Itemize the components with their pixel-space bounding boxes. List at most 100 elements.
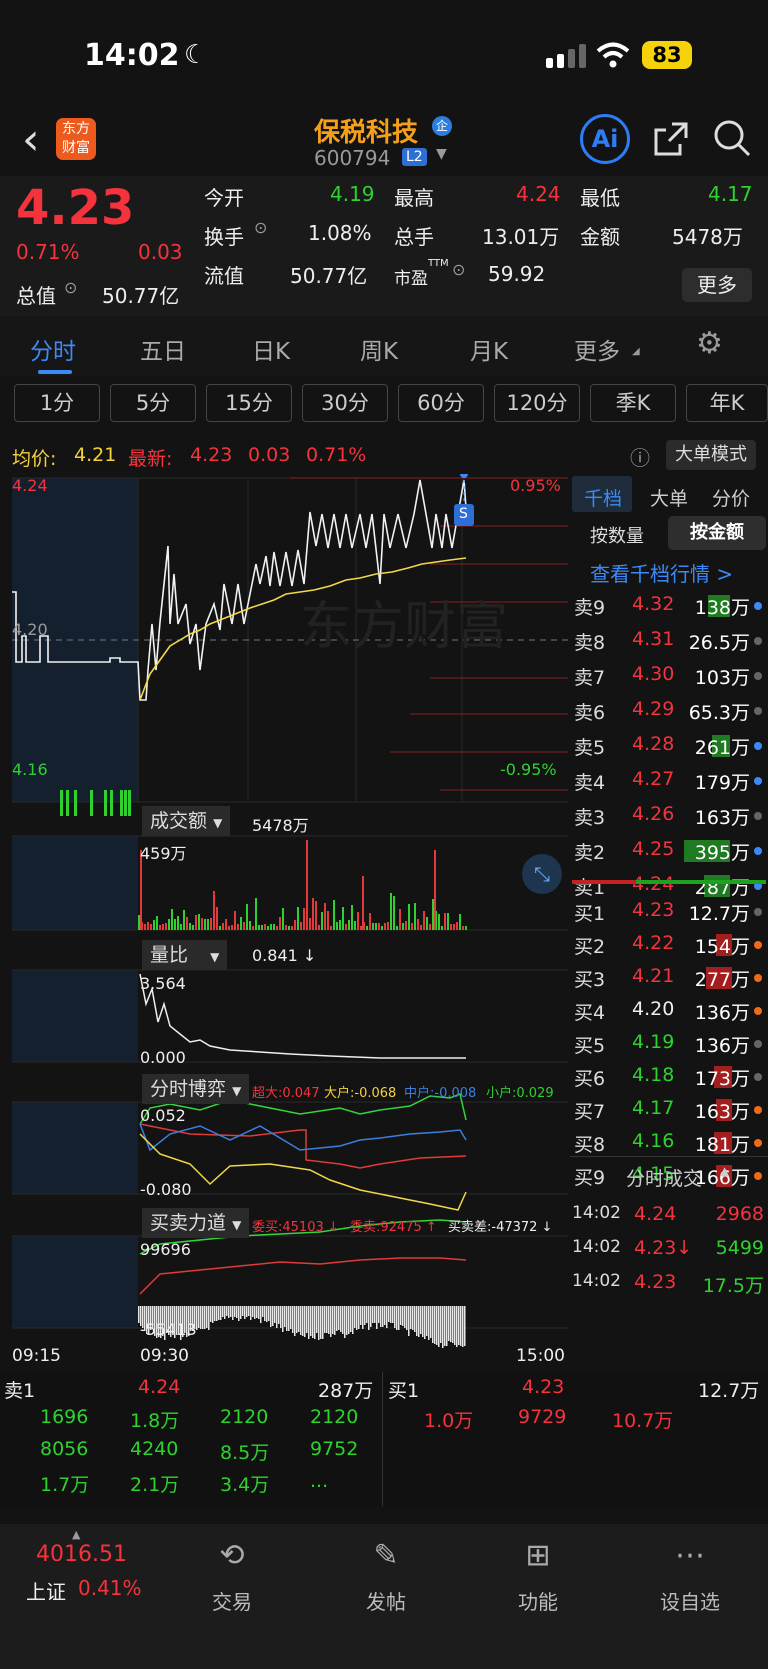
sell-level-row[interactable]: 卖4 4.27 179万	[570, 763, 768, 797]
period-15min[interactable]: 15分	[206, 384, 292, 422]
back-icon[interactable]: ‹	[22, 118, 40, 162]
period-60min[interactable]: 60分	[398, 384, 484, 422]
game-min: -0.080	[140, 1180, 192, 1199]
level-price: 4.25	[632, 838, 675, 860]
caret-up-icon[interactable]: ▲	[72, 1528, 80, 1541]
intraday-chart[interactable]: 东方财富 4.24 4.20 4.16 0.95% -0.95% S 成交额 ▼…	[0, 474, 570, 1370]
game-indicator-select[interactable]: 分时博弈 ▼	[142, 1074, 250, 1104]
buy-level-row[interactable]: 买8 4.16 181万	[570, 1125, 768, 1159]
force-diff-bar	[312, 1306, 314, 1338]
buy-level-row[interactable]: 买3 4.21 277万	[570, 960, 768, 994]
tab-weekly-k[interactable]: 周K	[360, 332, 398, 366]
force-diff-bar	[388, 1306, 390, 1322]
sell-level-row[interactable]: 卖2 4.25 395万	[570, 833, 768, 867]
sell-level-row[interactable]: 卖5 4.28 261万	[570, 728, 768, 762]
tab-intraday[interactable]: 分时	[30, 332, 76, 366]
buy-level-row[interactable]: 买5 4.19 136万	[570, 1026, 768, 1060]
share-icon[interactable]	[652, 120, 690, 158]
period-year-k[interactable]: 年K	[686, 384, 768, 422]
help-icon[interactable]: ⓘ	[630, 442, 650, 471]
tab-5day[interactable]: 五日	[140, 332, 186, 366]
ai-button[interactable]: Ai	[580, 114, 630, 164]
force-diff-bar	[272, 1306, 274, 1326]
buy-level-row[interactable]: 买4 4.20 136万	[570, 993, 768, 1027]
by-quantity-toggle[interactable]: 按数量	[590, 522, 644, 548]
trades-title[interactable]: 分时成交	[626, 1164, 702, 1191]
pe-label: 市盈	[394, 269, 428, 289]
force-diff-bar	[268, 1306, 270, 1321]
force-diff-bar	[342, 1306, 344, 1334]
change-value: 0.03	[138, 240, 183, 264]
force-diff-bar	[242, 1306, 244, 1316]
amount-bar	[138, 915, 140, 930]
level-label: 卖5	[574, 737, 606, 759]
caret-up-icon[interactable]: ▲	[720, 1164, 729, 1178]
sell-level-row[interactable]: 卖6 4.29 65.3万	[570, 693, 768, 727]
level1-queue: 卖1 4.24 287万 买1 4.23 12.7万 1696 1.8万 2120 2…	[0, 1372, 768, 1506]
tab-daily-k[interactable]: 日K	[252, 332, 290, 366]
index-pct[interactable]: 0.41%	[78, 1576, 142, 1600]
amount-bar	[345, 924, 347, 930]
level-volume: 136万	[694, 1035, 750, 1057]
sell-level-row[interactable]: 卖7 4.30 103万	[570, 658, 768, 692]
open-label: 今开	[204, 186, 244, 210]
stock-name[interactable]: 保税科技	[314, 112, 418, 149]
sell-level-row[interactable]: 卖8 4.31 26.5万	[570, 623, 768, 657]
period-5min[interactable]: 5分	[110, 384, 196, 422]
nav-watchlist[interactable]: ⋯ 设自选	[640, 1538, 740, 1615]
buy-level-row[interactable]: 买7 4.17 163万	[570, 1092, 768, 1126]
view-depth-link[interactable]: 查看千档行情 >	[590, 558, 733, 587]
by-amount-toggle[interactable]: 按金额	[668, 516, 766, 550]
info-icon[interactable]: ⊙	[452, 260, 465, 279]
amount-bar	[273, 924, 275, 930]
nav-trade[interactable]: ⟲ 交易	[182, 1538, 282, 1615]
nav-functions[interactable]: ⊞ 功能	[488, 1538, 588, 1615]
force-diff-bar	[418, 1306, 420, 1337]
amount-bar	[104, 790, 107, 816]
big-order-mode-button[interactable]: 大单模式	[666, 440, 756, 470]
sell-queue-item: 2120	[220, 1406, 269, 1428]
premarket-shade	[12, 970, 138, 1062]
force-indicator-select[interactable]: 买卖力道 ▼	[142, 1208, 250, 1238]
index-value[interactable]: 4016.51	[36, 1542, 127, 1567]
search-icon[interactable]	[712, 118, 752, 158]
more-button[interactable]: 更多	[682, 268, 752, 302]
level2-badge[interactable]: L2	[402, 148, 427, 166]
force-diff-bar	[358, 1306, 360, 1329]
amount-bar	[336, 922, 338, 930]
sell-force-line	[139, 1257, 467, 1295]
chevron-down-icon[interactable]: ▼	[436, 146, 447, 162]
period-30min[interactable]: 30分	[302, 384, 388, 422]
expand-icon[interactable]: ⤡	[522, 854, 562, 894]
tab-big-orders[interactable]: 大单	[650, 484, 688, 511]
tab-more[interactable]: 更多	[574, 332, 620, 366]
ratio-indicator-select[interactable]: 量比 ▼	[142, 940, 228, 970]
level-volume: 261万	[694, 737, 750, 759]
tab-thousand-levels[interactable]: 千档	[584, 484, 622, 511]
dot-icon	[754, 1007, 762, 1015]
buy-level-row[interactable]: 买1 4.23 12.7万	[570, 894, 768, 928]
force-diff-bar	[426, 1306, 428, 1336]
nav-post[interactable]: ✎ 发帖	[336, 1538, 436, 1615]
info-icon[interactable]: ⊙	[254, 218, 267, 237]
force-diff-bar	[256, 1306, 258, 1318]
premarket-shade	[12, 1102, 138, 1194]
tab-price-dist[interactable]: 分价	[712, 484, 750, 511]
period-quarter-k[interactable]: 季K	[590, 384, 676, 422]
period-120min[interactable]: 120分	[494, 384, 580, 422]
order-book-panel: 千档 大单 分价 按数量 按金额 查看千档行情 > 卖9 4.32 138万 卖…	[570, 474, 768, 1370]
period-1min[interactable]: 1分	[14, 384, 100, 422]
gear-icon[interactable]: ⚙	[696, 326, 723, 361]
sell-level-row[interactable]: 卖3 4.26 163万	[570, 798, 768, 832]
amount-bar	[201, 918, 203, 930]
sell-level-row[interactable]: 卖9 4.32 138万	[570, 588, 768, 622]
buy-level-row[interactable]: 买2 4.22 154万	[570, 927, 768, 961]
index-name[interactable]: 上证	[26, 1576, 66, 1605]
amount-bar	[128, 790, 131, 816]
dot-icon	[754, 812, 762, 820]
info-icon[interactable]: ⊙	[64, 278, 77, 297]
amount-bar	[366, 926, 368, 930]
buy-level-row[interactable]: 买6 4.18 173万	[570, 1059, 768, 1093]
amount-indicator-select[interactable]: 成交额 ▼	[142, 806, 231, 836]
tab-monthly-k[interactable]: 月K	[470, 332, 508, 366]
